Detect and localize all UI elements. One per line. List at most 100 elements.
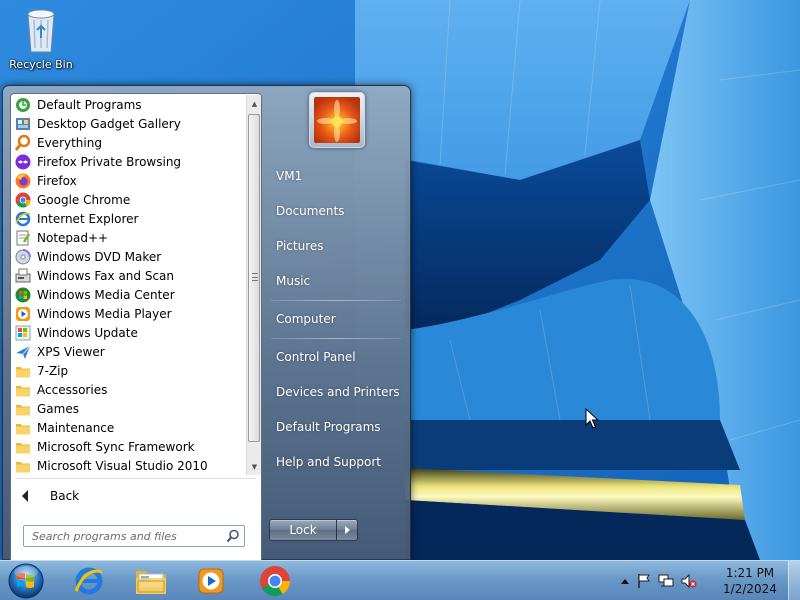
start-link-pictures[interactable]: Pictures bbox=[269, 235, 405, 257]
start-link-help-and-support[interactable]: Help and Support bbox=[269, 451, 405, 473]
desktop-icon-recycle-bin[interactable]: Recycle Bin bbox=[6, 6, 76, 71]
search-icon[interactable] bbox=[226, 529, 240, 546]
show-desktop-button[interactable] bbox=[788, 561, 800, 600]
program-item-xps-viewer[interactable]: XPS Viewer bbox=[13, 342, 245, 361]
program-label: Windows Update bbox=[37, 325, 138, 340]
start-link-computer[interactable]: Computer bbox=[269, 308, 405, 330]
start-menu: Default Programs Desktop Gadget Gallery … bbox=[2, 85, 411, 561]
divider bbox=[271, 338, 401, 339]
start-button[interactable] bbox=[4, 561, 48, 600]
program-item-windows-media-player[interactable]: Windows Media Player bbox=[13, 304, 245, 323]
back-button[interactable]: Back bbox=[19, 486, 79, 506]
start-link-control-panel[interactable]: Control Panel bbox=[269, 346, 405, 368]
program-label: Everything bbox=[37, 135, 102, 150]
program-label: Games bbox=[37, 401, 79, 416]
taskbar-pinned-windows-media-player[interactable] bbox=[184, 563, 238, 599]
windows-update-icon bbox=[15, 325, 31, 341]
program-label: Desktop Gadget Gallery bbox=[37, 116, 181, 131]
taskbar-pinned-google-chrome[interactable] bbox=[248, 563, 302, 599]
desktop-icon-label: Recycle Bin bbox=[9, 58, 73, 71]
clock-time: 1:21 PM bbox=[725, 566, 775, 580]
back-label: Back bbox=[50, 489, 80, 503]
program-label: Google Chrome bbox=[37, 192, 131, 207]
program-label: Notepad++ bbox=[37, 230, 109, 245]
program-item-windows-update[interactable]: Windows Update bbox=[13, 323, 245, 342]
scrollbar-thumb[interactable] bbox=[248, 114, 260, 442]
program-folder-games[interactable]: Games bbox=[13, 399, 245, 418]
chrome-icon bbox=[260, 566, 290, 597]
program-label: XPS Viewer bbox=[37, 344, 105, 359]
divider bbox=[16, 478, 256, 479]
search-input[interactable] bbox=[32, 529, 212, 543]
folder-icon bbox=[15, 439, 31, 455]
xps-viewer-icon bbox=[15, 344, 31, 360]
start-link-user-folder[interactable]: VM1 bbox=[269, 165, 405, 187]
media-center-icon bbox=[15, 287, 31, 303]
lock-button[interactable]: Lock bbox=[269, 519, 336, 541]
scroll-down-arrow-icon[interactable]: ▼ bbox=[247, 459, 262, 474]
program-label: Firefox Private Browsing bbox=[37, 154, 182, 169]
default-programs-icon bbox=[15, 97, 31, 113]
start-link-devices-and-printers[interactable]: Devices and Printers bbox=[269, 381, 405, 403]
show-hidden-icons-icon[interactable] bbox=[621, 578, 629, 584]
folder-icon bbox=[15, 420, 31, 436]
chrome-icon bbox=[15, 192, 31, 208]
start-link-music[interactable]: Music bbox=[269, 270, 405, 292]
fax-scan-icon bbox=[15, 268, 31, 284]
volume-muted-icon[interactable] bbox=[681, 573, 697, 589]
explorer-folder-icon bbox=[136, 571, 166, 594]
program-label: 7-Zip bbox=[37, 363, 69, 378]
dvd-maker-icon bbox=[15, 248, 31, 265]
program-folder-microsoft-visual-studio-2010[interactable]: Microsoft Visual Studio 2010 bbox=[13, 456, 245, 475]
programs-scrollbar[interactable]: ▲ ▼ bbox=[246, 95, 261, 475]
ie-icon bbox=[15, 211, 31, 227]
user-account-picture[interactable] bbox=[309, 92, 365, 148]
program-item-firefox[interactable]: Firefox bbox=[13, 171, 245, 190]
mouse-pointer-icon bbox=[585, 408, 599, 429]
program-label: Default Programs bbox=[37, 97, 142, 112]
divider bbox=[271, 300, 401, 301]
program-label: Microsoft Visual Studio 2010 bbox=[37, 458, 208, 473]
network-icon[interactable] bbox=[658, 573, 674, 589]
program-folder-7-zip[interactable]: 7-Zip bbox=[13, 361, 245, 380]
system-clock[interactable]: 1:21 PM 1/2/2024 bbox=[712, 565, 788, 597]
start-search-box[interactable] bbox=[23, 525, 245, 547]
program-label: Windows Media Center bbox=[37, 287, 175, 302]
start-link-label: Default Programs bbox=[276, 420, 381, 434]
program-item-firefox-private-browsing[interactable]: Firefox Private Browsing bbox=[13, 152, 245, 171]
start-link-documents[interactable]: Documents bbox=[269, 200, 405, 222]
start-link-label: Documents bbox=[276, 204, 345, 218]
gadget-gallery-icon bbox=[15, 116, 31, 132]
program-folder-accessories[interactable]: Accessories bbox=[13, 380, 245, 399]
start-link-label: VM1 bbox=[276, 169, 303, 183]
program-item-everything[interactable]: Everything bbox=[13, 133, 245, 152]
lock-button-label: Lock bbox=[289, 523, 317, 537]
start-link-default-programs[interactable]: Default Programs bbox=[269, 416, 405, 438]
scrollbar-grip bbox=[252, 273, 258, 281]
program-folder-maintenance[interactable]: Maintenance bbox=[13, 418, 245, 437]
program-folder-microsoft-sync-framework[interactable]: Microsoft Sync Framework bbox=[13, 437, 245, 456]
program-item-default-programs[interactable]: Default Programs bbox=[13, 95, 245, 114]
program-item-desktop-gadget-gallery[interactable]: Desktop Gadget Gallery bbox=[13, 114, 245, 133]
program-item-notepad-plus-plus[interactable]: Notepad++ bbox=[13, 228, 245, 247]
taskbar-pinned-windows-explorer[interactable] bbox=[124, 563, 178, 599]
folder-icon bbox=[15, 363, 31, 379]
notepadpp-icon bbox=[15, 230, 31, 246]
program-item-internet-explorer[interactable]: Internet Explorer bbox=[13, 209, 245, 228]
scroll-up-arrow-icon[interactable]: ▲ bbox=[247, 96, 262, 111]
windows-orb-icon bbox=[8, 563, 44, 599]
program-label: Accessories bbox=[37, 382, 108, 397]
program-item-windows-media-center[interactable]: Windows Media Center bbox=[13, 285, 245, 304]
power-options-arrow-button[interactable] bbox=[336, 519, 358, 541]
program-label: Windows Fax and Scan bbox=[37, 268, 175, 283]
power-button-group: Lock bbox=[269, 519, 359, 541]
action-center-flag-icon[interactable] bbox=[637, 573, 651, 589]
program-label: Firefox bbox=[37, 173, 77, 188]
program-item-windows-dvd-maker[interactable]: Windows DVD Maker bbox=[13, 247, 245, 266]
program-item-windows-fax-and-scan[interactable]: Windows Fax and Scan bbox=[13, 266, 245, 285]
program-item-google-chrome[interactable]: Google Chrome bbox=[13, 190, 245, 209]
firefox-icon bbox=[15, 173, 31, 189]
folder-icon bbox=[15, 458, 31, 474]
taskbar-pinned-internet-explorer[interactable] bbox=[62, 563, 116, 599]
folder-icon bbox=[15, 382, 31, 398]
